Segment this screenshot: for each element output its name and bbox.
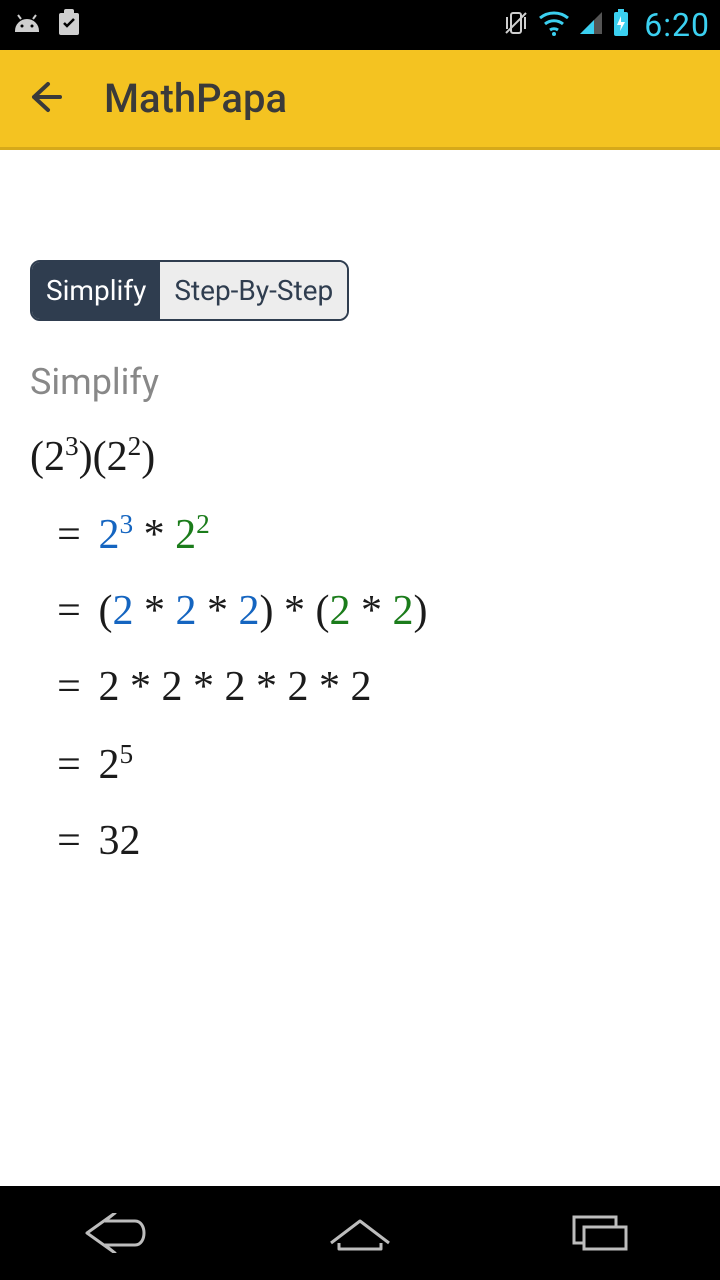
status-time: 6:20 xyxy=(644,6,710,44)
tab-step-by-step[interactable]: Step-By-Step xyxy=(160,262,347,319)
wifi-icon xyxy=(538,10,570,40)
signal-icon xyxy=(578,10,604,40)
s3-v2: 2 xyxy=(162,664,183,710)
s3-v5: 2 xyxy=(351,664,372,710)
equals-sign: = xyxy=(50,741,88,789)
s3-v4: 2 xyxy=(288,664,309,710)
vibrate-icon xyxy=(502,9,530,41)
s2-a1: 2 xyxy=(113,588,134,634)
solution-steps: = 23 * 22 = (2 * 2 * 2) * (2 * 2) = 2 * … xyxy=(30,509,690,865)
s2-b1: 2 xyxy=(330,588,351,634)
tab-simplify[interactable]: Simplify xyxy=(32,262,160,319)
s4-exp: 5 xyxy=(120,739,134,769)
s5-val: 32 xyxy=(99,818,141,864)
section-heading: Simplify xyxy=(30,361,690,403)
battery-icon xyxy=(612,9,630,41)
expr-base1: 2 xyxy=(44,434,65,480)
s2-b2: 2 xyxy=(393,588,414,634)
content-area: Simplify Step-By-Step Simplify (23)(22) … xyxy=(0,150,720,865)
nav-back-button[interactable] xyxy=(70,1206,170,1260)
step-1: = 23 * 22 xyxy=(50,509,690,559)
expr-exp2: 2 xyxy=(128,431,142,461)
expr-exp1: 3 xyxy=(65,431,79,461)
app-title: MathPapa xyxy=(104,75,287,122)
clipboard-icon xyxy=(56,8,82,42)
s1-b1: 2 xyxy=(99,512,120,558)
equals-sign: = xyxy=(50,817,88,865)
s2-a2: 2 xyxy=(176,588,197,634)
s3-v1: 2 xyxy=(99,664,120,710)
status-bar: 6:20 xyxy=(0,0,720,50)
step-3: = 2 * 2 * 2 * 2 * 2 xyxy=(50,663,690,711)
step-5: = 32 xyxy=(50,817,690,865)
s1-e2: 2 xyxy=(196,509,210,539)
equals-sign: = xyxy=(50,587,88,635)
mode-tabs: Simplify Step-By-Step xyxy=(30,260,349,321)
status-right: 6:20 xyxy=(502,6,710,44)
android-icon xyxy=(10,11,44,39)
status-left xyxy=(10,8,82,42)
step-2: = (2 * 2 * 2) * (2 * 2) xyxy=(50,587,690,635)
back-button[interactable] xyxy=(26,78,64,120)
equals-sign: = xyxy=(50,663,88,711)
nav-home-button[interactable] xyxy=(310,1206,410,1260)
step-4: = 25 xyxy=(50,739,690,789)
app-bar: MathPapa xyxy=(0,50,720,150)
s1-e1: 3 xyxy=(120,509,134,539)
s1-b2: 2 xyxy=(175,512,196,558)
s2-a3: 2 xyxy=(239,588,260,634)
input-expression: (23)(22) xyxy=(30,431,690,481)
equals-sign: = xyxy=(50,511,88,559)
expr-base2: 2 xyxy=(107,434,128,480)
s3-v3: 2 xyxy=(225,664,246,710)
s4-base: 2 xyxy=(99,742,120,788)
nav-recent-button[interactable] xyxy=(550,1206,650,1260)
system-nav-bar xyxy=(0,1186,720,1280)
